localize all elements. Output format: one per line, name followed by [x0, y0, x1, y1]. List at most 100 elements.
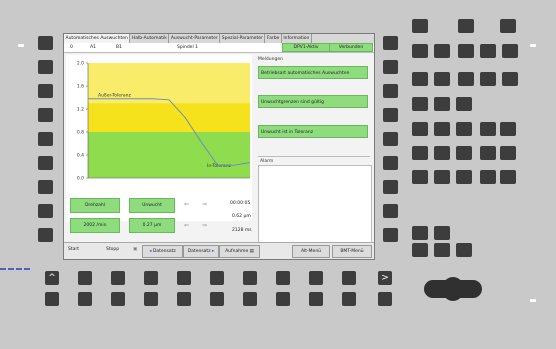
key[interactable] [500, 146, 516, 160]
bmt-menu-button[interactable]: BMT-Menü [332, 245, 372, 258]
key[interactable] [276, 292, 290, 306]
key[interactable] [456, 243, 472, 257]
right-arrow-icon: > [381, 273, 389, 283]
key[interactable] [378, 292, 392, 306]
softkey-left-8[interactable] [38, 204, 53, 218]
key[interactable] [434, 122, 450, 136]
softkey-right-1[interactable] [383, 36, 398, 50]
arrow-right-icon: ▸ [210, 249, 215, 254]
key[interactable] [144, 271, 158, 285]
alt-menu-button[interactable]: Alt-Menü [292, 245, 330, 258]
key[interactable] [342, 292, 356, 306]
right-arrow-key[interactable]: > [378, 271, 392, 285]
key[interactable] [434, 226, 450, 240]
key[interactable] [480, 146, 496, 160]
softkey-left-5[interactable] [38, 132, 53, 146]
key[interactable] [480, 72, 496, 86]
key[interactable] [144, 292, 158, 306]
value-3: 2128 ms [232, 228, 252, 233]
softkey-left-4[interactable] [38, 108, 53, 122]
softkey-left-7[interactable] [38, 180, 53, 194]
key[interactable] [502, 44, 518, 58]
softkey-right-9[interactable] [383, 228, 398, 242]
key[interactable] [210, 271, 224, 285]
key[interactable] [412, 122, 428, 136]
tab-balancing-parameters[interactable]: Auswucht-Parameter [169, 34, 221, 43]
start-label[interactable]: Start [68, 247, 79, 252]
key[interactable] [78, 292, 92, 306]
tab-information[interactable]: Information [281, 34, 312, 43]
key[interactable] [500, 170, 516, 184]
key[interactable] [434, 146, 450, 160]
key[interactable] [480, 44, 496, 58]
key[interactable] [177, 271, 191, 285]
left-arrow-icon: ⇐ [184, 222, 190, 229]
key[interactable] [309, 271, 323, 285]
key[interactable] [412, 170, 428, 184]
tab-semi-automatic[interactable]: Halb-Automatik [130, 34, 170, 43]
key[interactable] [111, 271, 125, 285]
y-tick-label: 1.2 [77, 107, 84, 113]
key[interactable] [78, 271, 92, 285]
key[interactable] [434, 72, 450, 86]
key[interactable] [412, 243, 428, 257]
softkey-right-6[interactable] [383, 156, 398, 170]
key[interactable] [412, 146, 428, 160]
key[interactable] [342, 271, 356, 285]
key[interactable] [309, 292, 323, 306]
key[interactable] [276, 271, 290, 285]
key[interactable] [458, 44, 474, 58]
key[interactable] [177, 292, 191, 306]
key[interactable] [434, 243, 450, 257]
key[interactable] [456, 97, 472, 111]
key[interactable] [45, 292, 59, 306]
bottom-toolbar: Start Stopp ▣ ◂ Datensatz Datensatz ▸ Au… [64, 242, 374, 259]
key[interactable] [412, 19, 428, 33]
softkey-left-2[interactable] [38, 60, 53, 74]
message-item: Unwuchtgrenzen sind gültig [258, 95, 368, 108]
key[interactable] [502, 72, 518, 86]
nav-pill-right[interactable] [456, 280, 482, 298]
key[interactable] [456, 122, 472, 136]
softkey-left-6[interactable] [38, 156, 53, 170]
key[interactable] [500, 19, 516, 33]
alarm-list [258, 165, 372, 243]
key[interactable] [412, 72, 428, 86]
key[interactable] [458, 72, 474, 86]
softkey-left-1[interactable] [38, 36, 53, 50]
record-button[interactable]: Aufnahme ▤ [219, 245, 260, 258]
key[interactable] [412, 226, 428, 240]
key[interactable] [434, 170, 450, 184]
key[interactable] [480, 170, 496, 184]
key[interactable] [456, 170, 472, 184]
key[interactable] [434, 97, 450, 111]
softkey-right-4[interactable] [383, 108, 398, 122]
tab-color[interactable]: Farbe [265, 34, 282, 43]
led-right-bottom [530, 299, 536, 302]
softkey-left-3[interactable] [38, 84, 53, 98]
softkey-right-2[interactable] [383, 60, 398, 74]
up-arrow-key[interactable]: ^ [45, 271, 59, 285]
softkey-right-7[interactable] [383, 180, 398, 194]
key[interactable] [458, 19, 474, 33]
stop-label[interactable]: Stopp [106, 247, 119, 252]
key[interactable] [412, 97, 428, 111]
key[interactable] [456, 146, 472, 160]
key[interactable] [412, 44, 428, 58]
key[interactable] [434, 44, 450, 58]
key[interactable] [243, 292, 257, 306]
softkey-left-9[interactable] [38, 228, 53, 242]
key[interactable] [480, 122, 496, 136]
tab-special-parameters[interactable]: Spezial-Parameter [220, 34, 266, 43]
key[interactable] [210, 292, 224, 306]
key[interactable] [111, 292, 125, 306]
key[interactable] [500, 122, 516, 136]
right-arrow-icon: ⇒ [202, 222, 208, 229]
dataset-forward-button[interactable]: Datensatz ▸ [183, 245, 219, 258]
tab-automatic-balancing[interactable]: Automatisches Auswuchten [64, 34, 131, 43]
key[interactable] [243, 271, 257, 285]
dataset-back-button[interactable]: ◂ Datensatz [142, 245, 183, 258]
softkey-right-5[interactable] [383, 132, 398, 146]
softkey-right-3[interactable] [383, 84, 398, 98]
softkey-right-8[interactable] [383, 204, 398, 218]
